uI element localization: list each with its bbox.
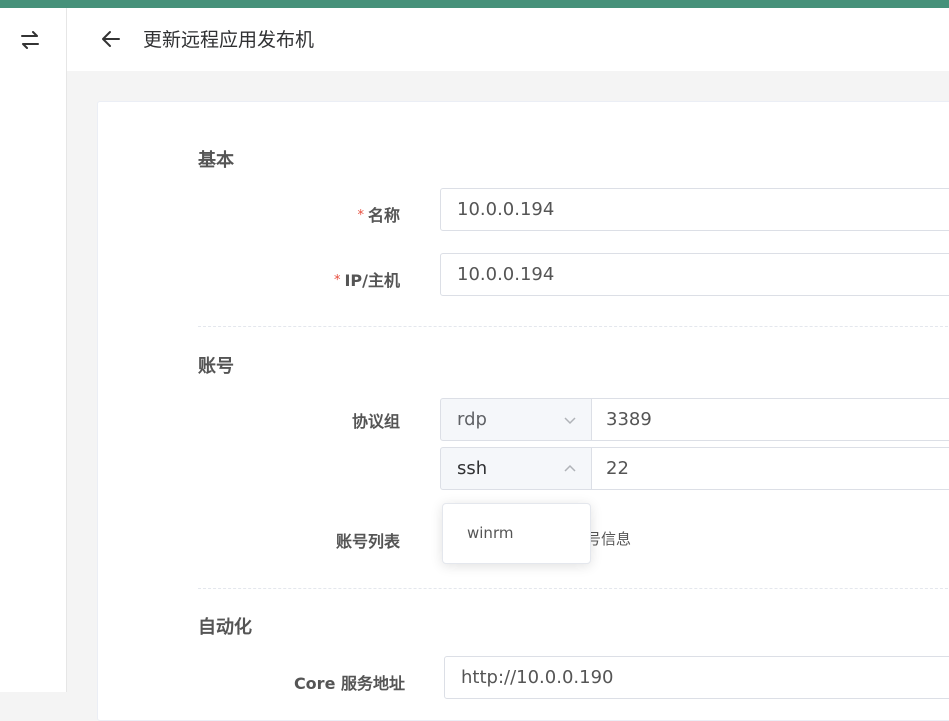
protocol-port-input-rdp[interactable]: 3389 [592, 398, 949, 441]
protocol-select-value: rdp [457, 409, 487, 430]
swap-arrows-icon [21, 31, 39, 49]
section-title-basic: 基本 [198, 150, 234, 171]
name-input-value: 10.0.0.194 [457, 199, 555, 220]
protocols-label: 协议组 [351, 412, 400, 431]
protocol-select-value: ssh [457, 458, 488, 479]
sidebar-toggle-icon[interactable] [18, 28, 42, 52]
section-divider [198, 326, 949, 327]
dropdown-option-winrm[interactable]: winrm [467, 524, 513, 542]
host-label: * IP/主机 [334, 267, 400, 291]
page-title: 更新远程应用发布机 [143, 29, 315, 51]
back-button[interactable] [99, 27, 123, 51]
form-card: 基本 * 名称 10.0.0.194 * IP/主机 10.0.0.194 账号 协… [97, 101, 949, 721]
core-url-label: Core 服务地址 [293, 674, 405, 693]
port-value: 3389 [606, 409, 652, 430]
protocol-port-input-ssh[interactable]: 22 [592, 447, 949, 490]
section-title-automation: 自动化 [198, 617, 252, 638]
port-value: 22 [606, 458, 629, 479]
chevron-up-icon [564, 464, 576, 472]
name-input[interactable]: 10.0.0.194 [440, 188, 949, 231]
core-url-input-value: http://10.0.0.190 [461, 667, 614, 688]
chevron-down-icon [564, 417, 576, 425]
host-label-text: IP/主机 [344, 271, 400, 290]
name-label: * 名称 [357, 202, 400, 226]
protocol-select-ssh[interactable]: ssh [440, 447, 592, 490]
core-url-input[interactable]: http://10.0.0.190 [444, 656, 949, 699]
required-mark: * [357, 208, 364, 223]
section-divider [198, 588, 949, 589]
host-input-value: 10.0.0.194 [457, 264, 555, 285]
protocol-dropdown-menu: winrm [442, 503, 591, 564]
required-mark: * [333, 273, 341, 288]
account-list-hint: 号信息 [586, 530, 632, 548]
page-header: 更新远程应用发布机 [67, 8, 949, 71]
name-label-text: 名称 [367, 206, 400, 225]
arrow-left-icon [102, 31, 120, 47]
sidebar [0, 8, 67, 692]
account-list-label: 账号列表 [335, 532, 400, 551]
top-accent-bar [0, 0, 949, 8]
section-title-account: 账号 [198, 356, 234, 377]
protocol-select-rdp[interactable]: rdp [440, 398, 592, 441]
host-input[interactable]: 10.0.0.194 [440, 253, 949, 296]
